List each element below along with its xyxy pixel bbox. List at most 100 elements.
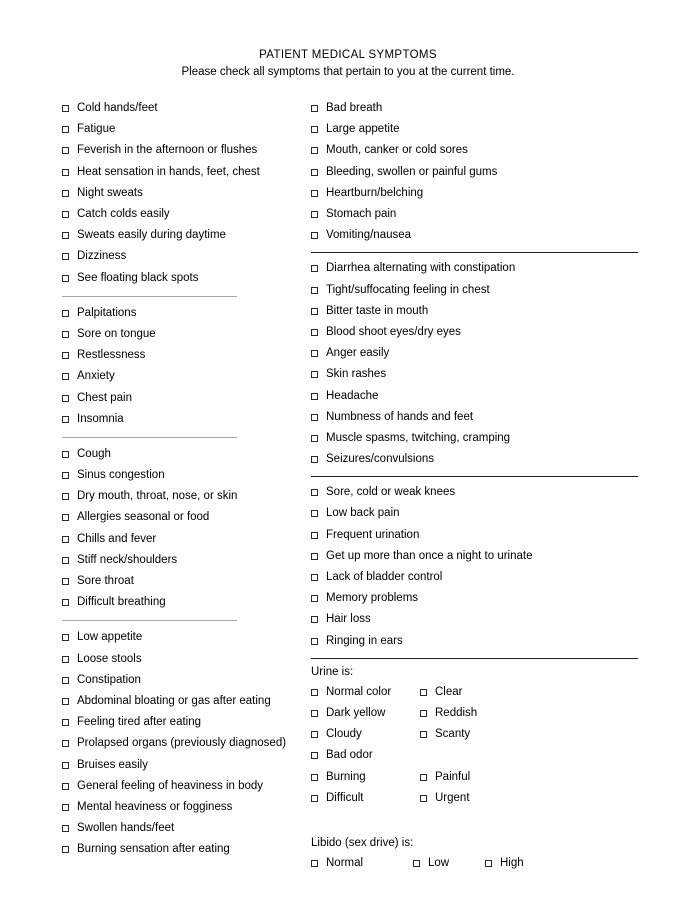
checkbox-icon[interactable]: [62, 578, 69, 586]
checkbox-icon[interactable]: [311, 752, 318, 760]
checkbox-row[interactable]: Bitter taste in mouth: [311, 301, 638, 322]
checkbox-row[interactable]: Feverish in the afternoon or flushes: [62, 140, 305, 161]
checkbox-icon[interactable]: [62, 634, 69, 642]
checkbox-icon[interactable]: [311, 709, 318, 717]
checkbox-icon[interactable]: [62, 655, 69, 663]
checkbox-icon[interactable]: [420, 709, 427, 717]
checkbox-icon[interactable]: [62, 309, 69, 317]
checkbox-icon[interactable]: [62, 782, 69, 790]
checkbox-row[interactable]: Constipation: [62, 670, 305, 691]
checkbox-row[interactable]: Bad breath: [311, 98, 638, 119]
checkbox-icon[interactable]: [62, 493, 69, 501]
checkbox-row[interactable]: High: [485, 857, 524, 870]
checkbox-icon[interactable]: [62, 825, 69, 833]
checkbox-icon[interactable]: [62, 105, 69, 113]
checkbox-row[interactable]: Muscle spasms, twitching, cramping: [311, 428, 638, 449]
checkbox-icon[interactable]: [62, 450, 69, 458]
checkbox-row[interactable]: Dry mouth, throat, nose, or skin: [62, 486, 305, 507]
checkbox-icon[interactable]: [311, 531, 318, 539]
checkbox-icon[interactable]: [311, 688, 318, 696]
checkbox-row[interactable]: Swollen hands/feet: [62, 818, 305, 839]
checkbox-row[interactable]: Normal color: [311, 686, 420, 699]
checkbox-row[interactable]: Difficult: [311, 792, 420, 805]
checkbox-row[interactable]: Bad odor: [311, 749, 420, 762]
checkbox-row[interactable]: Anger easily: [311, 343, 638, 364]
checkbox-row[interactable]: Painful: [420, 771, 470, 784]
checkbox-icon[interactable]: [311, 105, 318, 113]
checkbox-icon[interactable]: [311, 859, 318, 867]
checkbox-icon[interactable]: [311, 595, 318, 603]
checkbox-icon[interactable]: [62, 168, 69, 176]
checkbox-icon[interactable]: [311, 126, 318, 134]
checkbox-icon[interactable]: [311, 211, 318, 219]
checkbox-icon[interactable]: [311, 392, 318, 400]
checkbox-row[interactable]: Mouth, canker or cold sores: [311, 140, 638, 161]
checkbox-icon[interactable]: [62, 740, 69, 748]
checkbox-icon[interactable]: [62, 189, 69, 197]
checkbox-icon[interactable]: [311, 574, 318, 582]
checkbox-row[interactable]: Sore on tongue: [62, 324, 305, 345]
checkbox-icon[interactable]: [311, 328, 318, 336]
checkbox-row[interactable]: General feeling of heaviness in body: [62, 776, 305, 797]
checkbox-row[interactable]: Bruises easily: [62, 754, 305, 775]
checkbox-icon[interactable]: [420, 688, 427, 696]
checkbox-icon[interactable]: [62, 535, 69, 543]
checkbox-row[interactable]: Headache: [311, 385, 638, 406]
checkbox-row[interactable]: Hair loss: [311, 609, 638, 630]
checkbox-row[interactable]: Sore, cold or weak knees: [311, 482, 638, 503]
checkbox-row[interactable]: Vomiting/nausea: [311, 225, 638, 246]
checkbox-row[interactable]: Diarrhea alternating with constipation: [311, 258, 638, 279]
checkbox-row[interactable]: Blood shoot eyes/dry eyes: [311, 322, 638, 343]
checkbox-row[interactable]: Insomnia: [62, 409, 305, 430]
checkbox-icon[interactable]: [62, 599, 69, 607]
checkbox-icon[interactable]: [62, 352, 69, 360]
checkbox-row[interactable]: Low: [413, 857, 485, 870]
checkbox-icon[interactable]: [62, 719, 69, 727]
checkbox-row[interactable]: Sinus congestion: [62, 465, 305, 486]
checkbox-icon[interactable]: [62, 803, 69, 811]
checkbox-icon[interactable]: [62, 373, 69, 381]
checkbox-row[interactable]: Ringing in ears: [311, 631, 638, 652]
checkbox-row[interactable]: Bleeding, swollen or painful gums: [311, 162, 638, 183]
checkbox-row[interactable]: Fatigue: [62, 119, 305, 140]
checkbox-icon[interactable]: [311, 168, 318, 176]
checkbox-row[interactable]: Low appetite: [62, 627, 305, 648]
checkbox-row[interactable]: Skin rashes: [311, 364, 638, 385]
checkbox-row[interactable]: Sweats easily during daytime: [62, 225, 305, 246]
checkbox-icon[interactable]: [311, 434, 318, 442]
checkbox-icon[interactable]: [62, 556, 69, 564]
checkbox-row[interactable]: Lack of bladder control: [311, 567, 638, 588]
checkbox-row[interactable]: Heat sensation in hands, feet, chest: [62, 162, 305, 183]
checkbox-row[interactable]: Cough: [62, 444, 305, 465]
checkbox-icon[interactable]: [62, 472, 69, 480]
checkbox-icon[interactable]: [311, 307, 318, 315]
checkbox-icon[interactable]: [62, 514, 69, 522]
checkbox-icon[interactable]: [420, 731, 427, 739]
checkbox-row[interactable]: Abdominal bloating or gas after eating: [62, 691, 305, 712]
checkbox-row[interactable]: Difficult breathing: [62, 592, 305, 613]
checkbox-icon[interactable]: [62, 761, 69, 769]
checkbox-row[interactable]: Prolapsed organs (previously diagnosed): [62, 733, 305, 754]
checkbox-icon[interactable]: [311, 773, 318, 781]
checkbox-row[interactable]: Palpitations: [62, 303, 305, 324]
checkbox-row[interactable]: Seizures/convulsions: [311, 449, 638, 470]
checkbox-row[interactable]: Catch colds easily: [62, 204, 305, 225]
checkbox-icon[interactable]: [62, 253, 69, 261]
checkbox-row[interactable]: Chills and fever: [62, 529, 305, 550]
checkbox-row[interactable]: Burning: [311, 771, 420, 784]
checkbox-icon[interactable]: [62, 147, 69, 155]
checkbox-row[interactable]: Frequent urination: [311, 525, 638, 546]
checkbox-row[interactable]: Get up more than once a night to urinate: [311, 546, 638, 567]
checkbox-icon[interactable]: [311, 794, 318, 802]
checkbox-row[interactable]: Reddish: [420, 707, 477, 720]
checkbox-row[interactable]: Dark yellow: [311, 707, 420, 720]
checkbox-row[interactable]: Anxiety: [62, 366, 305, 387]
checkbox-row[interactable]: Feeling tired after eating: [62, 712, 305, 733]
checkbox-row[interactable]: See floating black spots: [62, 268, 305, 289]
checkbox-icon[interactable]: [420, 773, 427, 781]
checkbox-row[interactable]: Memory problems: [311, 588, 638, 609]
checkbox-icon[interactable]: [485, 859, 492, 867]
checkbox-row[interactable]: Mental heaviness or fogginess: [62, 797, 305, 818]
checkbox-icon[interactable]: [311, 265, 318, 273]
checkbox-icon[interactable]: [311, 616, 318, 624]
